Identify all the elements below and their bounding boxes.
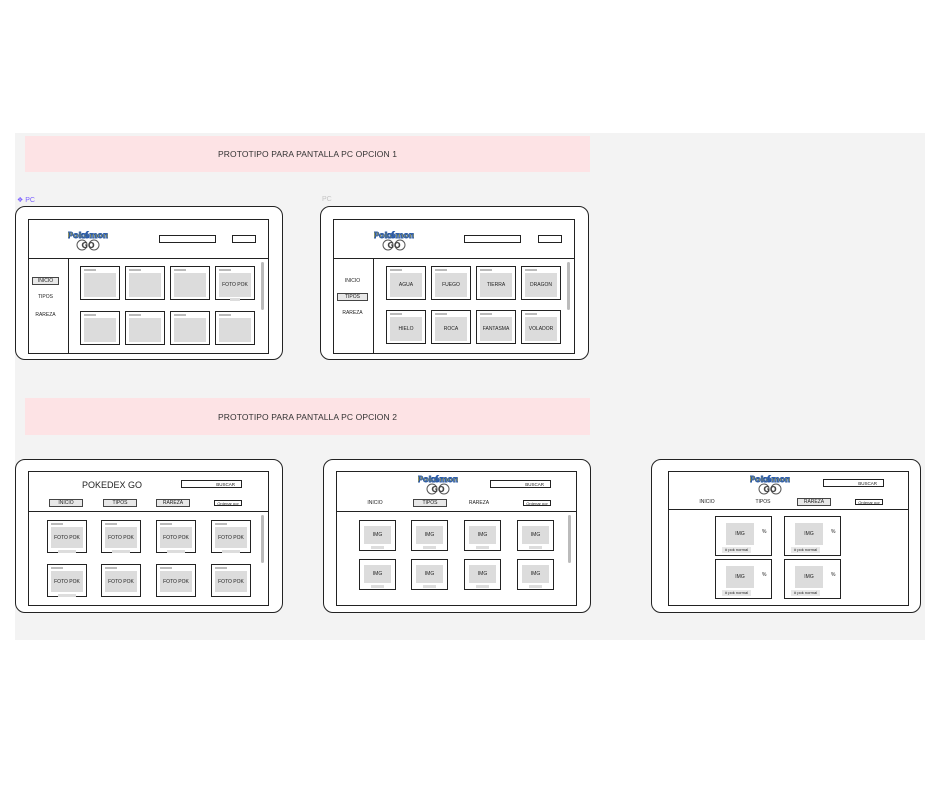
search-button[interactable] — [538, 235, 562, 243]
card-label: FOTO POK — [219, 273, 251, 297]
nav-inicio[interactable]: INICIO — [32, 277, 59, 285]
scrollbar[interactable] — [261, 515, 264, 563]
nav-rareza[interactable]: RAREZA — [156, 499, 190, 507]
nav-inicio[interactable]: INICIO — [337, 277, 368, 285]
nav-rareza[interactable]: RAREZA — [462, 499, 496, 507]
frame-label-pc[interactable]: PC — [322, 196, 332, 203]
sort-button[interactable]: Ordenar por — [855, 499, 883, 505]
header-divider — [336, 511, 577, 512]
svg-text:GO: GO — [81, 241, 95, 250]
type-card-hielo[interactable]: HIELO — [386, 310, 426, 344]
pokemon-go-logo: Pokémon GO — [68, 230, 108, 251]
pokemon-card[interactable] — [125, 311, 165, 345]
pokemon-go-logo: Pokémon GO — [750, 474, 790, 495]
type-image-card[interactable]: IMG — [359, 559, 396, 590]
type-card-dragon[interactable]: DRAGON — [521, 266, 561, 300]
pokemon-card[interactable] — [125, 266, 165, 300]
nav-tipos[interactable]: TIPOS — [32, 293, 59, 301]
pokemon-card[interactable]: FOTO POK — [156, 564, 196, 597]
type-card-tierra[interactable]: TIERRA — [476, 266, 516, 300]
svg-text:GO: GO — [387, 241, 401, 250]
sidebar-divider — [68, 258, 69, 354]
nav-rareza[interactable]: RAREZA — [797, 498, 831, 506]
pokemon-card[interactable] — [215, 311, 255, 345]
type-image-card[interactable]: IMG — [517, 559, 554, 590]
pokemon-card[interactable]: FOTO POK — [211, 520, 251, 553]
type-card-volador[interactable]: VOLADOR — [521, 310, 561, 344]
sidebar-divider — [373, 258, 374, 354]
pokemon-card[interactable]: FOTO POK — [47, 564, 87, 597]
header-divider — [28, 258, 269, 259]
rarity-card[interactable]: IMG % # pok normal — [715, 516, 772, 556]
rarity-card[interactable]: IMG % # pok normal — [715, 559, 772, 599]
page-title: POKEDEX GO — [82, 480, 143, 490]
type-card-roca[interactable]: ROCA — [431, 310, 471, 344]
svg-text:Pokémon: Pokémon — [68, 230, 108, 240]
svg-text:Pokémon: Pokémon — [750, 474, 790, 484]
pokemon-card[interactable] — [170, 266, 210, 300]
search-bar[interactable] — [159, 235, 216, 243]
search-button[interactable] — [232, 235, 256, 243]
search-bar[interactable] — [464, 235, 521, 243]
nav-tipos[interactable]: TIPOS — [413, 499, 447, 507]
header-divider — [333, 258, 575, 259]
pokemon-card[interactable]: FOTO POK — [156, 520, 196, 553]
type-image-card[interactable]: IMG — [411, 520, 448, 551]
rarity-card[interactable]: IMG % # pok normal — [784, 559, 841, 599]
scrollbar[interactable] — [568, 515, 571, 563]
scrollbar[interactable] — [261, 262, 264, 310]
nav-rareza[interactable]: RAREZA — [337, 309, 368, 317]
nav-tipos[interactable]: TIPOS — [746, 498, 780, 506]
svg-text:GO: GO — [431, 485, 445, 494]
type-card-agua[interactable]: AGUA — [386, 266, 426, 300]
pokemon-card[interactable]: FOTO POK — [211, 564, 251, 597]
type-image-card[interactable]: IMG — [517, 520, 554, 551]
pokemon-card[interactable] — [80, 266, 120, 300]
sort-button[interactable]: Ordenar por — [523, 500, 551, 506]
banner-option-1: PROTOTIPO PARA PANTALLA PC OPCION 1 — [25, 136, 590, 172]
pokemon-go-logo: Pokémon GO — [418, 474, 458, 495]
nav-rareza[interactable]: RAREZA — [32, 311, 59, 319]
pokemon-card[interactable]: FOTO POK — [215, 266, 255, 301]
type-image-card[interactable]: IMG — [411, 559, 448, 590]
pokemon-card[interactable]: FOTO POK — [47, 520, 87, 553]
nav-inicio[interactable]: INICIO — [358, 499, 392, 507]
header-divider — [668, 509, 909, 510]
frame-label-pc-selected[interactable]: ❖ PC — [17, 196, 35, 204]
nav-tipos[interactable]: TIPOS — [103, 499, 137, 507]
type-image-card[interactable]: IMG — [464, 559, 501, 590]
nav-inicio[interactable]: INICIO — [690, 498, 724, 506]
type-card-fantasma[interactable]: FANTASMA — [476, 310, 516, 344]
rarity-card[interactable]: IMG % # pok normal — [784, 516, 841, 556]
search-bar[interactable]: BUSCAR — [490, 480, 551, 488]
search-bar[interactable]: BUSCAR — [823, 479, 884, 487]
scrollbar[interactable] — [567, 262, 570, 310]
type-image-card[interactable]: IMG — [359, 520, 396, 551]
sort-button[interactable]: Ordenar por — [214, 500, 242, 506]
pokemon-go-logo: Pokémon GO — [374, 230, 414, 251]
type-image-card[interactable]: IMG — [464, 520, 501, 551]
svg-text:GO: GO — [763, 485, 777, 494]
pokemon-card[interactable] — [80, 311, 120, 345]
pokemon-card[interactable]: FOTO POK — [101, 520, 141, 553]
pokemon-card[interactable] — [170, 311, 210, 345]
search-bar[interactable]: BUSCAR — [181, 480, 242, 488]
pokemon-card[interactable]: FOTO POK — [101, 564, 141, 597]
nav-tipos[interactable]: TIPOS — [337, 293, 368, 301]
banner-option-2: PROTOTIPO PARA PANTALLA PC OPCION 2 — [25, 398, 590, 435]
type-card-fuego[interactable]: FUEGO — [431, 266, 471, 300]
svg-text:Pokémon: Pokémon — [418, 474, 458, 484]
header-divider — [28, 511, 269, 512]
nav-inicio[interactable]: INICIO — [49, 499, 83, 507]
svg-text:Pokémon: Pokémon — [374, 230, 414, 240]
